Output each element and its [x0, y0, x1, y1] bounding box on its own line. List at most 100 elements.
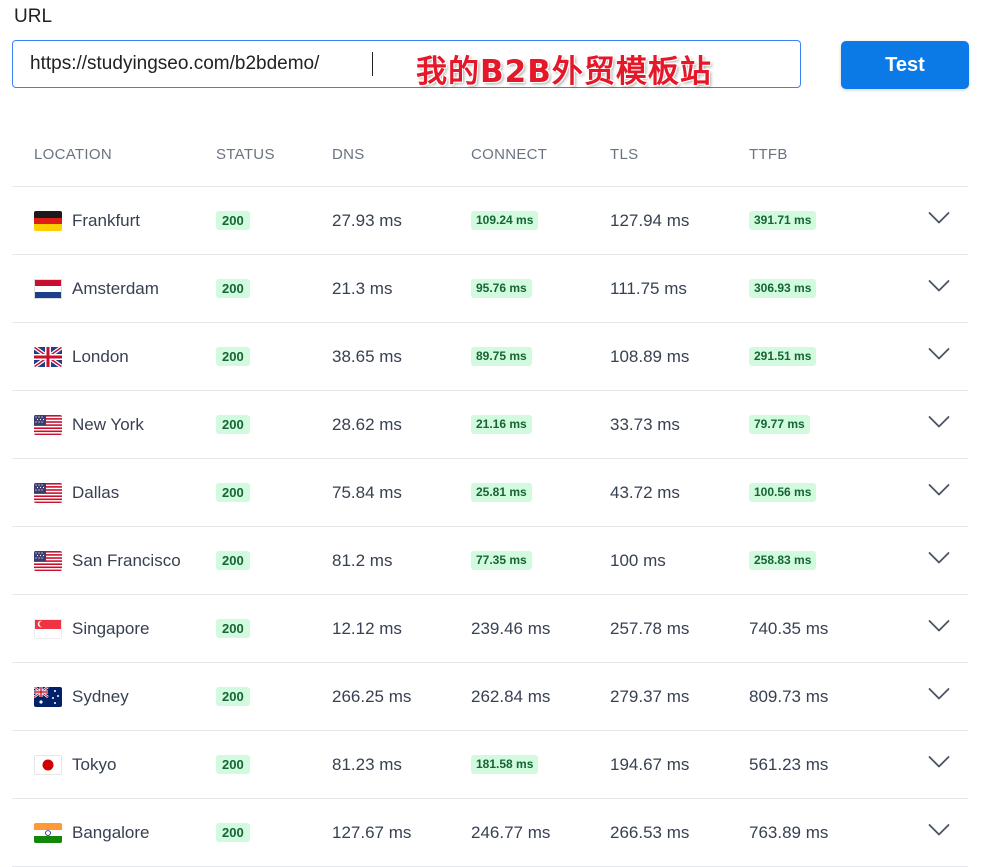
status-cell: 200: [216, 755, 332, 774]
dns-value: 27.93 ms: [332, 210, 402, 230]
table-row[interactable]: Amsterdam 200 21.3 ms 95.76 ms 111.75 ms 306.…: [12, 255, 968, 323]
header-tls: TLS: [610, 145, 639, 163]
expand-toggle[interactable]: [888, 347, 968, 366]
tls-cell: 100 ms: [610, 551, 749, 571]
dns-cell: 81.2 ms: [332, 551, 471, 571]
expand-toggle[interactable]: [888, 415, 968, 434]
usa-flag-icon: [34, 482, 62, 503]
location-name: San Francisco: [72, 550, 181, 570]
expand-toggle[interactable]: [888, 619, 968, 638]
india-flag-icon: [34, 822, 62, 843]
test-button[interactable]: Test: [841, 41, 969, 89]
table-row[interactable]: San Francisco 200 81.2 ms 77.35 ms 100 ms 258…: [12, 527, 968, 595]
expand-toggle[interactable]: [888, 823, 968, 842]
ttfb-cell: 258.83 ms: [749, 551, 888, 570]
ttfb-cell: 291.51 ms: [749, 347, 888, 366]
tls-value: 100 ms: [610, 550, 666, 570]
location-name: Amsterdam: [72, 278, 159, 298]
ttfb-cell: 100.56 ms: [749, 483, 888, 502]
location-cell: New York: [12, 414, 216, 435]
tls-cell: 194.67 ms: [610, 755, 749, 775]
table-row[interactable]: Frankfurt 200 27.93 ms 109.24 ms 127.94 ms 39…: [12, 187, 968, 255]
chevron-down-icon[interactable]: [928, 619, 950, 638]
location-name: Dallas: [72, 482, 120, 502]
header-dns: DNS: [332, 145, 365, 163]
results-table: LOCATION STATUS DNS CONNECT TLS TTFB Fra…: [12, 122, 968, 867]
chevron-down-icon[interactable]: [928, 483, 950, 502]
status-cell: 200: [216, 619, 332, 638]
ttfb-cell: 809.73 ms: [749, 687, 888, 707]
dns-value: 75.84 ms: [332, 482, 402, 502]
connect-cell: 89.75 ms: [471, 347, 610, 366]
ttfb-value: 258.83 ms: [749, 551, 817, 570]
dns-value: 81.23 ms: [332, 754, 402, 774]
tls-cell: 111.75 ms: [610, 279, 749, 299]
chevron-down-icon[interactable]: [928, 211, 950, 230]
location-name: Singapore: [72, 618, 150, 638]
connect-cell: 21.16 ms: [471, 415, 610, 434]
australia-flag-icon: [34, 686, 62, 707]
chevron-down-icon[interactable]: [928, 551, 950, 570]
chevron-down-icon[interactable]: [928, 415, 950, 434]
tls-cell: 279.37 ms: [610, 687, 749, 707]
tls-cell: 127.94 ms: [610, 211, 749, 231]
connect-value: 246.77 ms: [471, 822, 551, 842]
expand-toggle[interactable]: [888, 279, 968, 298]
status-badge: 200: [216, 211, 250, 230]
tls-cell: 266.53 ms: [610, 823, 749, 843]
status-cell: 200: [216, 551, 332, 570]
location-cell: Sydney: [12, 686, 216, 707]
dns-value: 21.3 ms: [332, 278, 393, 298]
expand-toggle[interactable]: [888, 687, 968, 706]
status-badge: 200: [216, 483, 250, 502]
tls-cell: 108.89 ms: [610, 347, 749, 367]
location-name: New York: [72, 414, 144, 434]
dns-cell: 12.12 ms: [332, 619, 471, 639]
dns-value: 28.62 ms: [332, 414, 402, 434]
status-cell: 200: [216, 483, 332, 502]
chevron-down-icon[interactable]: [928, 823, 950, 842]
dns-value: 127.67 ms: [332, 822, 412, 842]
table-row[interactable]: New York 200 28.62 ms 21.16 ms 33.73 ms 79.77…: [12, 391, 968, 459]
ttfb-value: 100.56 ms: [749, 483, 817, 502]
ttfb-value: 79.77 ms: [749, 415, 810, 434]
germany-flag-icon: [34, 210, 62, 231]
expand-toggle[interactable]: [888, 551, 968, 570]
location-name: Tokyo: [72, 754, 117, 774]
connect-value: 89.75 ms: [471, 347, 532, 366]
ttfb-value: 391.71 ms: [749, 211, 817, 230]
table-row[interactable]: London 200 38.65 ms 89.75 ms 108.89 ms 291.51…: [12, 323, 968, 391]
table-row[interactable]: Sydney 200 266.25 ms 262.84 ms 279.37 ms 809.…: [12, 663, 968, 731]
dns-value: 266.25 ms: [332, 686, 412, 706]
connect-value: 239.46 ms: [471, 618, 551, 638]
location-cell: Bangalore: [12, 822, 216, 843]
chevron-down-icon[interactable]: [928, 755, 950, 774]
status-badge: 200: [216, 687, 250, 706]
status-badge: 200: [216, 415, 250, 434]
table-body: Frankfurt 200 27.93 ms 109.24 ms 127.94 ms 39…: [12, 187, 968, 867]
dns-cell: 28.62 ms: [332, 415, 471, 435]
status-cell: 200: [216, 687, 332, 706]
location-name: Bangalore: [72, 822, 150, 842]
tls-value: 194.67 ms: [610, 754, 690, 774]
table-row[interactable]: Bangalore 200 127.67 ms 246.77 ms 266.53 ms 7…: [12, 799, 968, 867]
table-row[interactable]: Tokyo 200 81.23 ms 181.58 ms 194.67 ms 561.23…: [12, 731, 968, 799]
expand-toggle[interactable]: [888, 211, 968, 230]
chevron-down-icon[interactable]: [928, 279, 950, 298]
ttfb-value: 809.73 ms: [749, 686, 829, 706]
netherlands-flag-icon: [34, 278, 62, 299]
url-input[interactable]: [30, 53, 390, 75]
chevron-down-icon[interactable]: [928, 687, 950, 706]
tls-cell: 257.78 ms: [610, 619, 749, 639]
japan-flag-icon: [34, 754, 62, 775]
ttfb-value: 763.89 ms: [749, 822, 829, 842]
tls-value: 33.73 ms: [610, 414, 680, 434]
location-cell: Dallas: [12, 482, 216, 503]
tls-value: 266.53 ms: [610, 822, 690, 842]
table-row[interactable]: Dallas 200 75.84 ms 25.81 ms 43.72 ms 100.56 …: [12, 459, 968, 527]
expand-toggle[interactable]: [888, 755, 968, 774]
chevron-down-icon[interactable]: [928, 347, 950, 366]
header-connect: CONNECT: [471, 145, 548, 163]
table-row[interactable]: Singapore 200 12.12 ms 239.46 ms 257.78 ms 74…: [12, 595, 968, 663]
expand-toggle[interactable]: [888, 483, 968, 502]
